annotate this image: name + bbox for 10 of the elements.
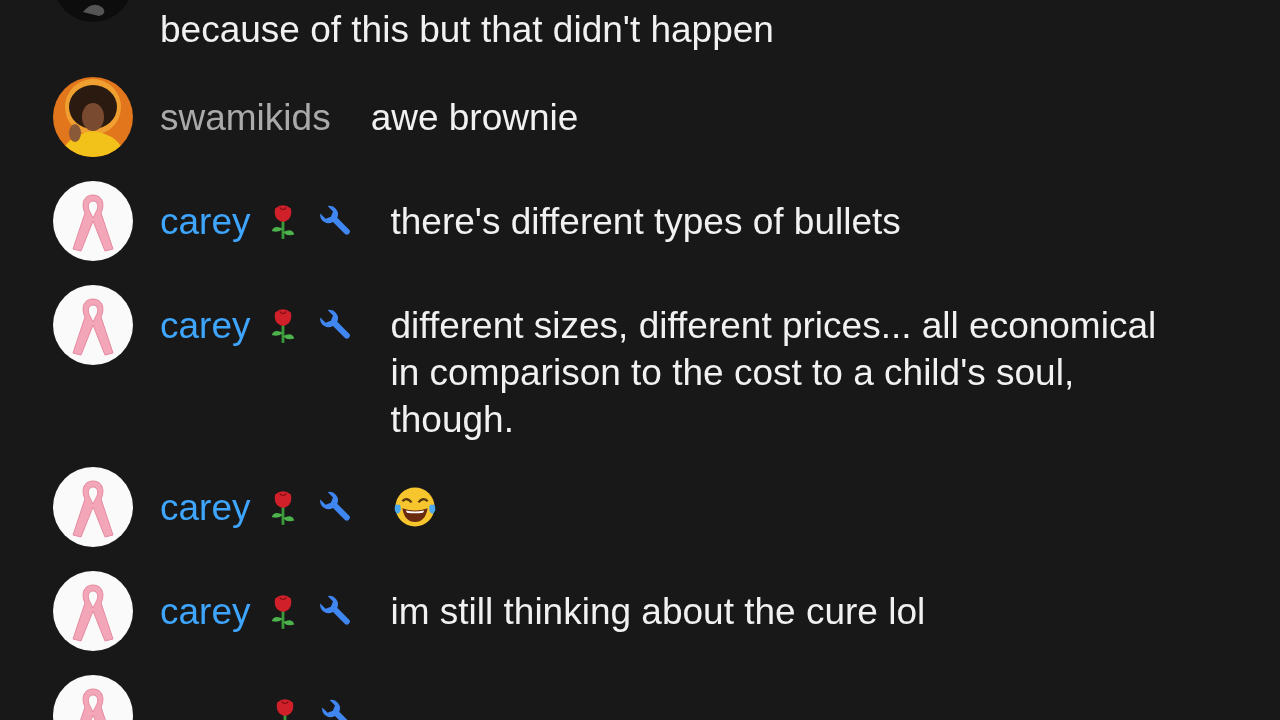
author-name[interactable]: carey <box>160 302 251 349</box>
author-name[interactable]: swamikids <box>160 94 331 141</box>
author-name[interactable]: carey <box>160 484 251 531</box>
message-text: there's different types of bullets <box>390 200 902 244</box>
message-text: awe brownie <box>370 96 580 140</box>
author-name[interactable]: carey <box>160 588 251 635</box>
message-text: different sizes, different prices... all economical in comparison to the cost to a child's soul, though. <box>390 304 1158 442</box>
message-text: because of this but that didn't happen <box>160 8 775 52</box>
author-name[interactable]: carey <box>160 198 251 245</box>
message-text: im still thinking about the cure lol <box>390 590 927 634</box>
